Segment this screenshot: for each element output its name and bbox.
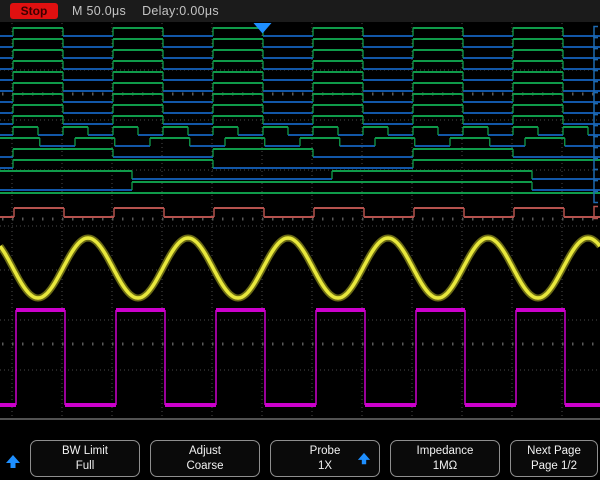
digital-channel-D1-trace (0, 182, 600, 190)
digital-channel-D12-trace (0, 61, 600, 69)
softkey-label: Next Page (527, 444, 581, 458)
yellow-sine-trace (0, 238, 600, 298)
red-clock-trace (0, 207, 600, 219)
digital-channel-D14-trace (0, 39, 600, 47)
softkey-value: Full (76, 459, 95, 473)
menu-back-up-icon[interactable] (5, 454, 21, 470)
digital-channel-markers (594, 27, 598, 203)
softkey-bw-limit[interactable]: BW Limit Full (30, 440, 140, 477)
softkey-menu: BW Limit Full Adjust Coarse Probe 1X Imp… (0, 422, 600, 480)
digital-channel-D8-trace (0, 105, 600, 113)
magenta-channel-trace (0, 310, 600, 405)
digital-channel-D2-trace (0, 171, 600, 179)
softkey-label: Adjust (189, 444, 221, 458)
oscilloscope-screen: Stop M 50.0μs Delay:0.00μs BW Limit Full… (0, 0, 600, 480)
digital-channel-D6-trace (0, 127, 600, 135)
digital-channel-D3-trace (0, 160, 600, 168)
digital-channel-D9-trace (0, 94, 600, 102)
waveform-display (0, 22, 600, 422)
softkey-value: Coarse (186, 459, 223, 473)
waveform-svg (0, 22, 600, 422)
digital-channel-D11-trace (0, 72, 600, 80)
softkey-value: 1MΩ (433, 459, 458, 473)
softkey-adjust[interactable]: Adjust Coarse (150, 440, 260, 477)
softkey-next-page[interactable]: Next Page Page 1/2 (510, 440, 598, 477)
status-bar: Stop M 50.0μs Delay:0.00μs (0, 0, 600, 23)
digital-channels (0, 28, 600, 193)
probe-up-arrow-icon (357, 452, 371, 466)
softkey-label: Probe (310, 444, 341, 458)
softkey-impedance[interactable]: Impedance 1MΩ (390, 440, 500, 477)
delay-readout: Delay:0.00μs (142, 4, 219, 18)
digital-channel-D4-trace (0, 149, 600, 157)
softkey-value: Page 1/2 (531, 459, 577, 473)
softkey-label: BW Limit (62, 444, 108, 458)
softkey-label: Impedance (417, 444, 474, 458)
digital-channel-D13-trace (0, 50, 600, 58)
digital-channel-D10-trace (0, 83, 600, 91)
digital-channel-D15-trace (0, 28, 600, 36)
run-state-badge: Stop (10, 3, 58, 19)
timebase-readout: M 50.0μs (72, 4, 126, 18)
digital-channel-D5-trace (0, 138, 600, 146)
softkey-probe[interactable]: Probe 1X (270, 440, 380, 477)
graticule (0, 23, 600, 419)
softkey-value: 1X (318, 459, 332, 473)
